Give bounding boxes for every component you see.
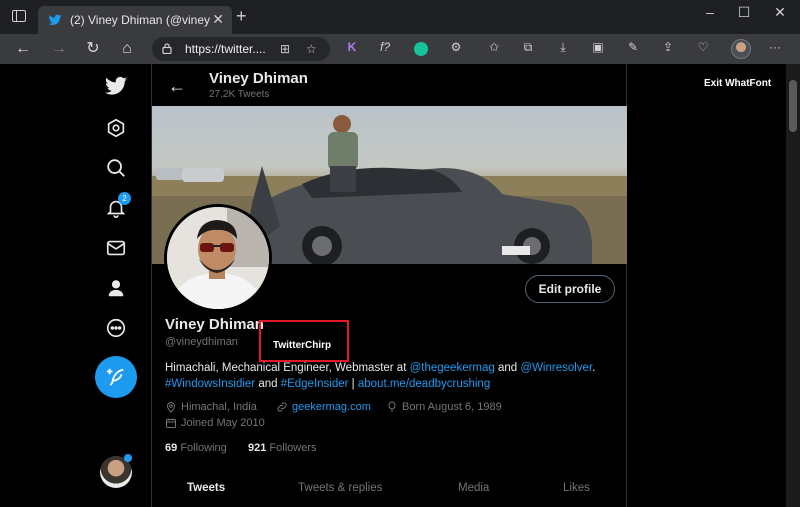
followers-link[interactable]: 921 Followers (248, 442, 317, 454)
profile-birthday: Born August 6, 1989 (386, 401, 502, 413)
sidebar-item-more[interactable] (96, 308, 136, 348)
maximize-icon[interactable]: ☐ (729, 4, 759, 21)
favorites-icon[interactable]: ✩ (485, 40, 503, 54)
notification-badge: 2 (118, 192, 131, 205)
window-close-icon[interactable]: ✕ (765, 4, 795, 21)
whatfont-extension-icon[interactable]: f? (376, 40, 394, 54)
website-link[interactable]: geekermag.com (292, 401, 371, 413)
explore-icon (107, 118, 125, 138)
back-icon[interactable]: ← (12, 38, 34, 60)
search-icon (107, 159, 125, 177)
more-circle-icon (106, 318, 126, 338)
screenshot-icon[interactable]: ▣ (589, 40, 607, 54)
twitter-favicon-icon (48, 14, 62, 26)
tab-close-icon[interactable]: ✕ (212, 11, 224, 28)
collections-icon[interactable]: ⧉ (519, 40, 537, 55)
bio-text: and (255, 378, 281, 390)
profile-tabs: Tweets Tweets & replies Media Likes (152, 474, 627, 507)
profile-bio: Himachali, Mechanical Engineer, Webmaste… (165, 360, 615, 392)
profile-joined: Joined May 2010 (165, 417, 265, 429)
back-arrow-icon[interactable]: ← (168, 76, 186, 97)
joined-text: Joined May 2010 (181, 417, 265, 429)
bio-link-edgeinsider[interactable]: #EdgeInsider (281, 378, 349, 390)
whatfont-tooltip: TwitterChirp (259, 320, 349, 362)
mail-icon (106, 240, 126, 256)
twitter-page: 2 ← Viney Dhiman 27.2K Tweets Edit profi… (0, 64, 800, 507)
extension-k-icon[interactable]: K (343, 40, 361, 54)
new-tab-icon[interactable]: + (236, 6, 247, 27)
browser-profile-avatar[interactable] (731, 39, 751, 59)
whatfont-font-name: TwitterChirp (273, 340, 332, 351)
feather-plus-icon (106, 368, 124, 386)
sidebar-item-explore[interactable] (96, 108, 136, 148)
tab-actions-icon[interactable] (12, 10, 26, 22)
bio-link-winresolver[interactable]: @Winresolver (520, 362, 592, 374)
sidebar-item-profile[interactable] (96, 268, 136, 308)
more-menu-icon[interactable]: ··· (766, 40, 784, 54)
exit-whatfont-button[interactable]: Exit WhatFont (704, 78, 771, 89)
bio-link-windowsinsidier[interactable]: #WindowsInsidier (165, 378, 255, 390)
tab-media[interactable]: Media (458, 482, 489, 494)
twitter-logo-icon[interactable] (96, 66, 136, 106)
home-icon[interactable]: ⌂ (116, 38, 138, 60)
extensions-puzzle-icon[interactable]: ⚙ (447, 40, 465, 54)
account-status-dot (124, 454, 132, 462)
sidebar-item-messages[interactable] (96, 228, 136, 268)
lock-icon (162, 43, 172, 54)
forward-icon[interactable]: → (48, 38, 70, 60)
calendar-icon (166, 418, 176, 428)
tab-likes[interactable]: Likes (563, 482, 590, 494)
sidebar-item-notifications[interactable]: 2 (96, 188, 136, 228)
share-icon[interactable]: ⇪ (659, 40, 677, 54)
bio-link-thegeekermag[interactable]: @thegeekermag (410, 362, 495, 374)
grammarly-icon[interactable] (414, 42, 428, 56)
add-favorite-icon[interactable]: ☆ (306, 42, 317, 56)
browser-toolbar: ← → ↻ ⌂ https://twitter.... ⊞ ☆ K f? ⚙ ✩… (0, 34, 800, 64)
born-text: Born August 6, 1989 (402, 401, 502, 413)
followers-count: 921 (248, 442, 267, 454)
reader-view-icon[interactable]: ⊞ (280, 42, 290, 56)
following-label: Following (180, 442, 227, 454)
minimize-icon[interactable]: – (695, 4, 725, 20)
scrollbar-thumb[interactable] (789, 80, 797, 132)
profile-location: Himachal, India (165, 401, 257, 413)
tab-tweets-replies[interactable]: Tweets & replies (298, 482, 382, 494)
refresh-icon[interactable]: ↻ (82, 38, 104, 60)
web-capture-icon[interactable]: ✎ (624, 40, 642, 54)
profile-website: geekermag.com (276, 401, 371, 413)
bio-text: . (592, 362, 596, 374)
address-bar[interactable]: https://twitter.... ⊞ ☆ (152, 37, 330, 61)
profile-name: Viney Dhiman (165, 316, 264, 333)
url-text: https://twitter.... (185, 42, 266, 56)
performance-icon[interactable]: ♡ (694, 40, 712, 54)
profile-column: ← Viney Dhiman 27.2K Tweets Edit profile… (151, 64, 627, 507)
bio-text: | (348, 378, 358, 390)
link-icon (277, 402, 287, 412)
header-tweet-count: 27.2K Tweets (209, 89, 270, 100)
bio-text: Himachali, Mechanical Engineer, Webmaste… (165, 362, 410, 374)
downloads-icon[interactable]: ⤓ (554, 40, 572, 55)
bio-link-aboutme[interactable]: about.me/deadbycrushing (358, 378, 490, 390)
tab-title: (2) Viney Dhiman (@vineydhiman (70, 13, 210, 27)
profile-avatar[interactable] (164, 204, 272, 312)
person-icon (108, 280, 124, 297)
location-text: Himachal, India (181, 401, 257, 413)
balloon-icon (388, 401, 396, 412)
tab-tweets[interactable]: Tweets (187, 482, 225, 494)
location-pin-icon (166, 402, 176, 413)
following-count: 69 (165, 442, 178, 454)
profile-handle: @vineydhiman (165, 336, 238, 348)
sidebar-item-search[interactable] (96, 148, 136, 188)
following-link[interactable]: 69 Following (165, 442, 227, 454)
followers-label: Followers (269, 442, 317, 454)
avatar-photo (167, 207, 269, 309)
compose-tweet-button[interactable] (95, 356, 137, 398)
header-name: Viney Dhiman (209, 70, 308, 87)
edit-profile-button[interactable]: Edit profile (525, 275, 615, 303)
browser-titlebar: (2) Viney Dhiman (@vineydhiman ✕ + – ☐ ✕ (0, 0, 800, 34)
browser-tab[interactable]: (2) Viney Dhiman (@vineydhiman ✕ (38, 6, 232, 34)
bio-text: and (494, 362, 521, 374)
